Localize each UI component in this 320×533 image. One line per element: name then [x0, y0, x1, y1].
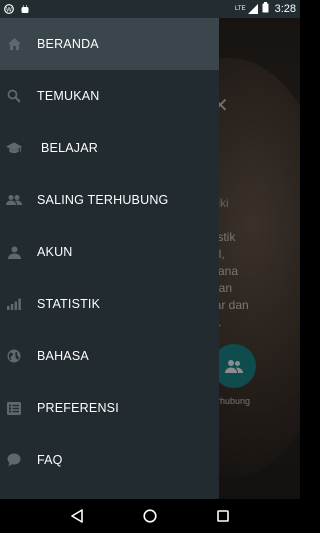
status-time: 3:28	[274, 3, 296, 15]
graduation-cap-icon	[6, 140, 22, 156]
lte-signal-icon: LTE	[235, 4, 258, 14]
people-icon	[6, 192, 22, 208]
drawer-item-bahasa[interactable]: BAHASA	[0, 330, 219, 382]
drawer-item-preferensi[interactable]: PREFERENSI	[0, 382, 219, 434]
drawer-item-akun[interactable]: AKUN	[0, 226, 219, 278]
back-icon[interactable]	[67, 506, 87, 526]
drawer-item-statistik[interactable]: STATISTIK	[0, 278, 219, 330]
drawer-item-label: TEMUKAN	[37, 89, 100, 103]
navigation-drawer: BERANDA TEMUKAN BELAJAR SALING TERHUBUNG…	[0, 18, 219, 499]
status-bar: W LTE 3:28	[0, 0, 300, 18]
drawer-item-label: PREFERENSI	[37, 401, 119, 415]
drawer-item-label: BAHASA	[37, 349, 89, 363]
battery-icon	[262, 2, 269, 16]
network-label: LTE	[235, 6, 246, 12]
settings-list-icon	[6, 400, 22, 416]
drawer-item-label: FAQ	[37, 453, 63, 467]
drawer-item-label: STATISTIK	[37, 297, 101, 311]
wordpress-icon: W	[4, 4, 14, 14]
drawer-item-beranda[interactable]: BERANDA	[0, 18, 219, 70]
drawer-item-label: BELAJAR	[41, 141, 98, 155]
home-circle-icon[interactable]	[140, 506, 160, 526]
svg-text:W: W	[6, 6, 12, 13]
drawer-item-belajar[interactable]: BELAJAR	[0, 122, 219, 174]
drawer-item-label: BERANDA	[37, 37, 99, 51]
drawer-item-label: AKUN	[37, 245, 73, 259]
drawer-item-faq[interactable]: FAQ	[0, 434, 219, 486]
drawer-item-label: SALING TERHUBUNG	[37, 193, 169, 207]
bar-chart-icon	[6, 296, 22, 312]
home-icon	[6, 36, 22, 52]
drawer-item-temukan[interactable]: TEMUKAN	[0, 70, 219, 122]
drawer-item-saling-terhubung[interactable]: SALING TERHUBUNG	[0, 174, 219, 226]
recents-icon[interactable]	[213, 506, 233, 526]
system-nav-bar	[0, 499, 300, 533]
person-icon	[6, 244, 22, 260]
globe-icon	[6, 348, 22, 364]
search-icon	[6, 88, 22, 104]
android-icon	[20, 4, 30, 14]
chat-bubble-icon	[6, 452, 22, 468]
